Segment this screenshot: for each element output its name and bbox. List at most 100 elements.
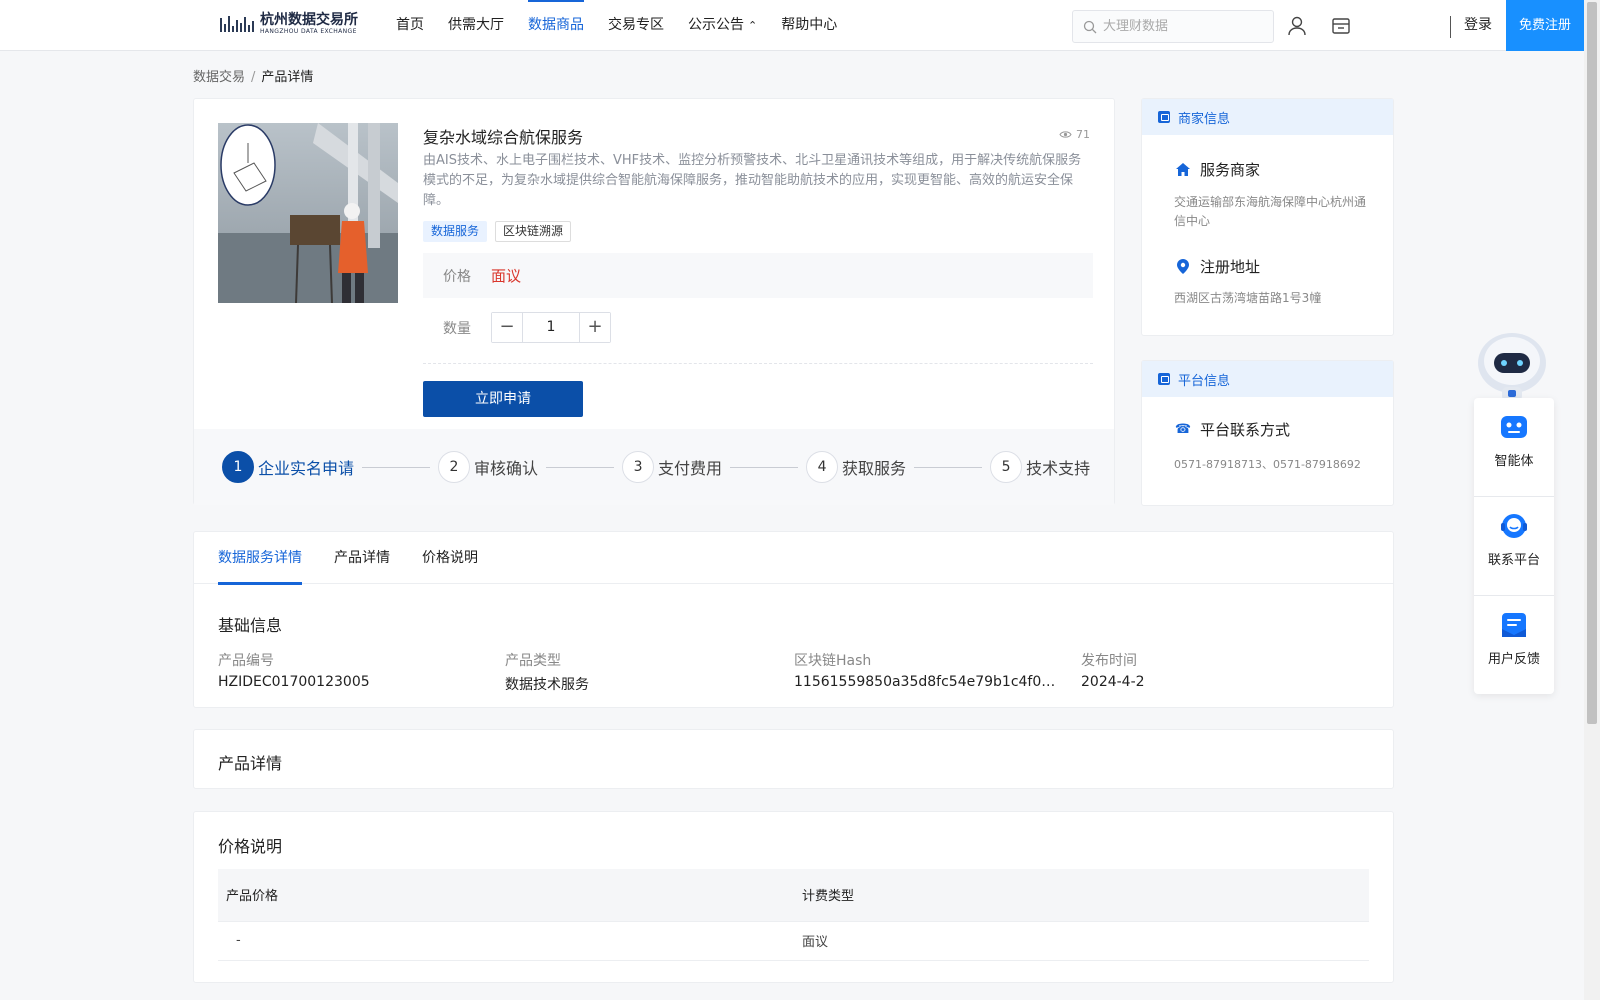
logo-mark-icon xyxy=(220,12,256,36)
merchant-info-card: 商家信息 服务商家 交通运输部东海航海保障中心杭州通信中心 注册地址 西湖区古荡… xyxy=(1141,98,1394,336)
site-logo[interactable]: 杭州数据交易所 HANGZHOU DATA EXCHANGE xyxy=(220,12,358,36)
nav-announcements[interactable]: 公示公告 ⌃ xyxy=(688,0,757,50)
tab-data-service-detail[interactable]: 数据服务详情 xyxy=(218,532,302,585)
step-connector xyxy=(362,466,431,468)
tag-data-service: 数据服务 xyxy=(423,221,488,242)
nav-supply-demand[interactable]: 供需大厅 xyxy=(448,0,504,50)
step-label: 支付费用 xyxy=(658,459,723,478)
info-key: 产品编号 xyxy=(218,653,274,669)
platform-contact-value: 0571-87918713、0571-87918692 xyxy=(1174,458,1361,471)
platform-info-title: 平台信息 xyxy=(1178,373,1231,389)
step-number: 5 xyxy=(990,451,1023,483)
feedback-button[interactable]: 用户反馈 xyxy=(1474,596,1554,694)
tab-price-description[interactable]: 价格说明 xyxy=(422,532,478,584)
home-icon xyxy=(1174,161,1192,179)
info-blockchain-hash: 区块链Hash 11561559850a35d8fc54e79b1c4f05b4… xyxy=(794,650,1064,690)
step-connector xyxy=(546,466,615,468)
shop-icon[interactable] xyxy=(1330,15,1352,37)
nav-help-center[interactable]: 帮助中心 xyxy=(781,0,837,50)
step-label: 审核确认 xyxy=(474,459,539,478)
phone-icon: ☎ xyxy=(1174,422,1192,437)
table-header-cell: 计费类型 xyxy=(794,869,1369,922)
platform-info-card: 平台信息 ☎ 平台联系方式 0571-87918713、0571-8791869… xyxy=(1141,360,1394,506)
agent-label: 智能体 xyxy=(1494,454,1534,469)
table-row: - 面议 xyxy=(218,921,1369,961)
headset-icon xyxy=(1501,514,1527,538)
table-cell: 面议 xyxy=(794,921,1369,961)
search-icon xyxy=(1083,20,1097,33)
step-3: 3 支付费用 xyxy=(622,451,722,483)
nav-data-products[interactable]: 数据商品 xyxy=(528,0,584,50)
apply-now-button[interactable]: 立即申请 xyxy=(423,381,583,417)
search-box[interactable] xyxy=(1072,10,1274,43)
breadcrumb-current: 产品详情 xyxy=(261,70,314,85)
agent-button[interactable]: 智能体 xyxy=(1474,398,1554,496)
step-4: 4 获取服务 xyxy=(806,451,906,483)
login-link[interactable]: 登录 xyxy=(1464,0,1492,50)
step-connector xyxy=(730,466,799,468)
nav-announcements-label: 公示公告 xyxy=(688,17,744,33)
breadcrumb-separator: / xyxy=(251,70,256,85)
service-merchant-label: 服务商家 xyxy=(1200,161,1261,179)
decrement-button[interactable]: − xyxy=(492,313,522,342)
view-count: 71 xyxy=(1059,128,1090,141)
price-description-title: 价格说明 xyxy=(218,837,283,856)
monitor-icon xyxy=(1158,373,1170,385)
address-row: 注册地址 xyxy=(1174,256,1260,277)
quantity-input[interactable]: 1 xyxy=(522,313,580,342)
search-input[interactable] xyxy=(1103,19,1263,34)
step-number: 1 xyxy=(222,451,254,483)
tag-blockchain-trace: 区块链溯源 xyxy=(495,221,572,242)
step-2: 2 审核确认 xyxy=(438,451,538,483)
step-label: 企业实名申请 xyxy=(258,459,355,478)
scrollbar-thumb[interactable] xyxy=(1587,2,1597,724)
product-card: 复杂水域综合航保服务 71 由AIS技术、水上电子围栏技术、VHF技术、监控分析… xyxy=(193,98,1115,505)
contact-platform-label: 联系平台 xyxy=(1487,553,1540,568)
eye-icon xyxy=(1059,131,1072,138)
detail-tabs: 数据服务详情 产品详情 价格说明 xyxy=(194,532,1393,585)
product-title: 复杂水域综合航保服务 xyxy=(423,128,584,147)
platform-contact-row: ☎ 平台联系方式 xyxy=(1174,419,1290,440)
service-merchant-row: 服务商家 xyxy=(1174,159,1260,180)
price-value: 面议 xyxy=(491,267,522,285)
chevron-up-icon: ⌃ xyxy=(748,19,758,32)
info-value: 11561559850a35d8fc54e79b1c4f05b4c69... xyxy=(794,674,1064,690)
address-value: 西湖区古荡湾塘苗路1号3幢 xyxy=(1174,291,1322,305)
user-icon[interactable] xyxy=(1286,15,1308,37)
info-value: 数据技术服务 xyxy=(505,677,589,693)
step-number: 4 xyxy=(806,451,839,483)
feedback-label: 用户反馈 xyxy=(1487,652,1540,667)
calendar-icon xyxy=(1158,111,1170,123)
nav-home[interactable]: 首页 xyxy=(396,0,424,50)
info-product-type: 产品类型 数据技术服务 xyxy=(505,650,775,694)
contact-platform-button[interactable]: 联系平台 xyxy=(1474,497,1554,595)
step-number: 3 xyxy=(622,451,655,483)
service-merchant-value: 交通运输部东海航海保障中心杭州通信中心 xyxy=(1174,195,1367,228)
step-label: 获取服务 xyxy=(842,459,907,478)
product-description: 由AIS技术、水上电子围栏技术、VHF技术、监控分析预警技术、北斗卫星通讯技术等… xyxy=(423,153,1082,208)
info-product-number: 产品编号 HZIDEC01700123005 xyxy=(218,650,488,690)
quantity-label: 数量 xyxy=(443,320,471,337)
info-key: 产品类型 xyxy=(505,653,561,669)
price-table: 产品价格 计费类型 - 面议 xyxy=(218,869,1369,961)
feedback-icon xyxy=(1502,613,1526,637)
logo-en: HANGZHOU DATA EXCHANGE xyxy=(260,28,357,35)
breadcrumb-root[interactable]: 数据交易 xyxy=(193,70,245,85)
platform-contact-label: 平台联系方式 xyxy=(1200,421,1291,439)
address-label: 注册地址 xyxy=(1200,258,1261,276)
header-divider xyxy=(1450,16,1451,38)
step-label: 技术支持 xyxy=(1026,459,1091,478)
agent-icon xyxy=(1501,416,1527,438)
step-1: 1 企业实名申请 xyxy=(222,451,354,483)
product-image xyxy=(218,123,398,303)
page-scrollbar[interactable] xyxy=(1584,0,1600,1000)
breadcrumb: 数据交易 / 产品详情 xyxy=(193,66,313,85)
register-button[interactable]: 免费注册 xyxy=(1506,0,1584,51)
product-detail-title: 产品详情 xyxy=(218,754,283,773)
table-header-row: 产品价格 计费类型 xyxy=(218,869,1369,922)
increment-button[interactable]: + xyxy=(580,313,610,342)
info-key: 区块链Hash xyxy=(794,653,872,669)
nav-trade-zone[interactable]: 交易专区 xyxy=(608,0,664,50)
robot-mascot-icon[interactable] xyxy=(1472,327,1552,403)
tab-product-detail[interactable]: 产品详情 xyxy=(334,532,390,584)
